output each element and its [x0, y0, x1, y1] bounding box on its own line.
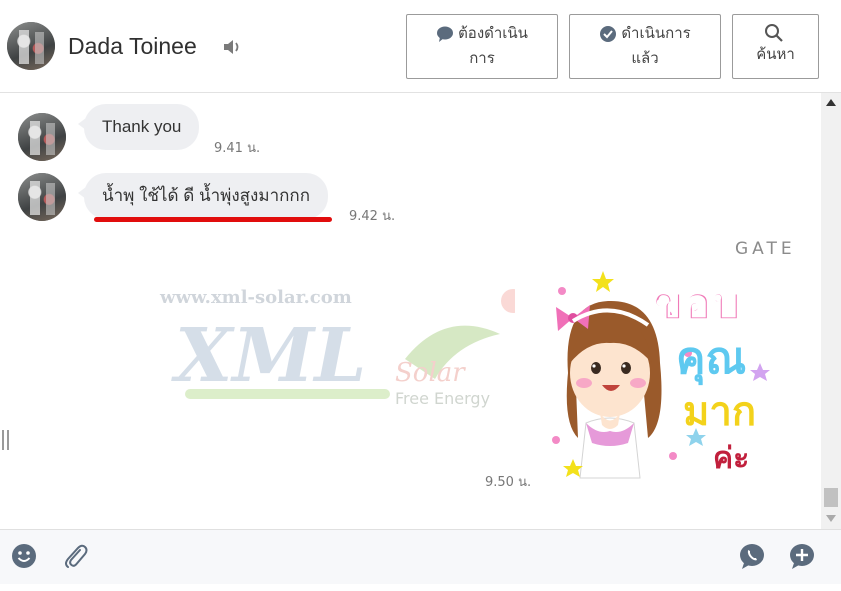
sticker-text-line1: ขอบ [653, 276, 741, 330]
chat-header: Dada Toinee ต้องดำเนิน การ ดำเนินการ แล้… [0, 0, 841, 93]
message-time: 9.41 น. [214, 141, 261, 156]
done-button[interactable]: ดำเนินการ แล้ว [569, 14, 721, 79]
message-avatar[interactable] [18, 173, 66, 221]
sticker-text-line3: มาก [683, 389, 756, 435]
plus-bubble-icon[interactable] [788, 542, 816, 570]
watermark-tagline: Free Energy [395, 389, 490, 408]
message-time: 9.42 น. [349, 209, 396, 224]
chat-input-toolbar [0, 529, 841, 584]
scroll-up-arrow-icon[interactable] [826, 99, 836, 106]
sticker-text-line2: คุณ [676, 333, 746, 386]
watermark-logo: www.xml-solar.com XML Solar Free Energy [159, 289, 515, 408]
sticker-label: GATE [735, 239, 796, 259]
thank-you-sticker[interactable]: ขอบ คุณ มาก ค่ะ [548, 263, 798, 483]
search-label: ค้นหา [756, 45, 795, 63]
watermark-logo-main: XML [171, 313, 366, 399]
search-button[interactable]: ค้นหา [732, 14, 819, 79]
done-label-line1: ดำเนินการ [621, 24, 691, 42]
watermark-url: www.xml-solar.com [159, 289, 352, 308]
red-underline-annotation [94, 217, 332, 222]
sticker-text-line4: ค่ะ [713, 441, 749, 476]
message-bubble[interactable]: น้ำพุ ใช้ได้ ดี น้ำพุ่งสูงมากกก [78, 173, 328, 219]
speaker-icon[interactable] [222, 38, 242, 56]
paperclip-icon[interactable] [61, 542, 89, 570]
message-avatar[interactable] [18, 113, 66, 161]
contact-name: Dada Toinee [68, 33, 197, 59]
check-circle-icon [600, 25, 617, 42]
phone-bubble-icon[interactable] [738, 542, 766, 570]
todo-label-line1: ต้องดำเนิน [458, 24, 528, 42]
contact-avatar[interactable] [7, 22, 55, 70]
emoji-icon[interactable] [10, 542, 38, 570]
search-icon [764, 23, 783, 42]
chat-bubble-icon [437, 26, 454, 42]
todo-label-line2: การ [469, 49, 495, 67]
resize-handle-icon[interactable] [2, 430, 10, 450]
done-label-line2: แล้ว [631, 49, 659, 67]
message-list[interactable]: Thank you 9.41 น. น้ำพุ ใช้ได้ ดี น้ำพุ่… [0, 93, 821, 529]
message-time: 9.50 น. [485, 475, 532, 490]
scroll-thumb[interactable] [824, 488, 838, 507]
chat-scrollbar[interactable] [821, 93, 841, 529]
todo-button[interactable]: ต้องดำเนิน การ [406, 14, 558, 79]
watermark-logo-sub: Solar [395, 358, 466, 388]
message-bubble[interactable]: Thank you [77, 104, 200, 150]
scroll-down-arrow-icon[interactable] [826, 515, 836, 522]
